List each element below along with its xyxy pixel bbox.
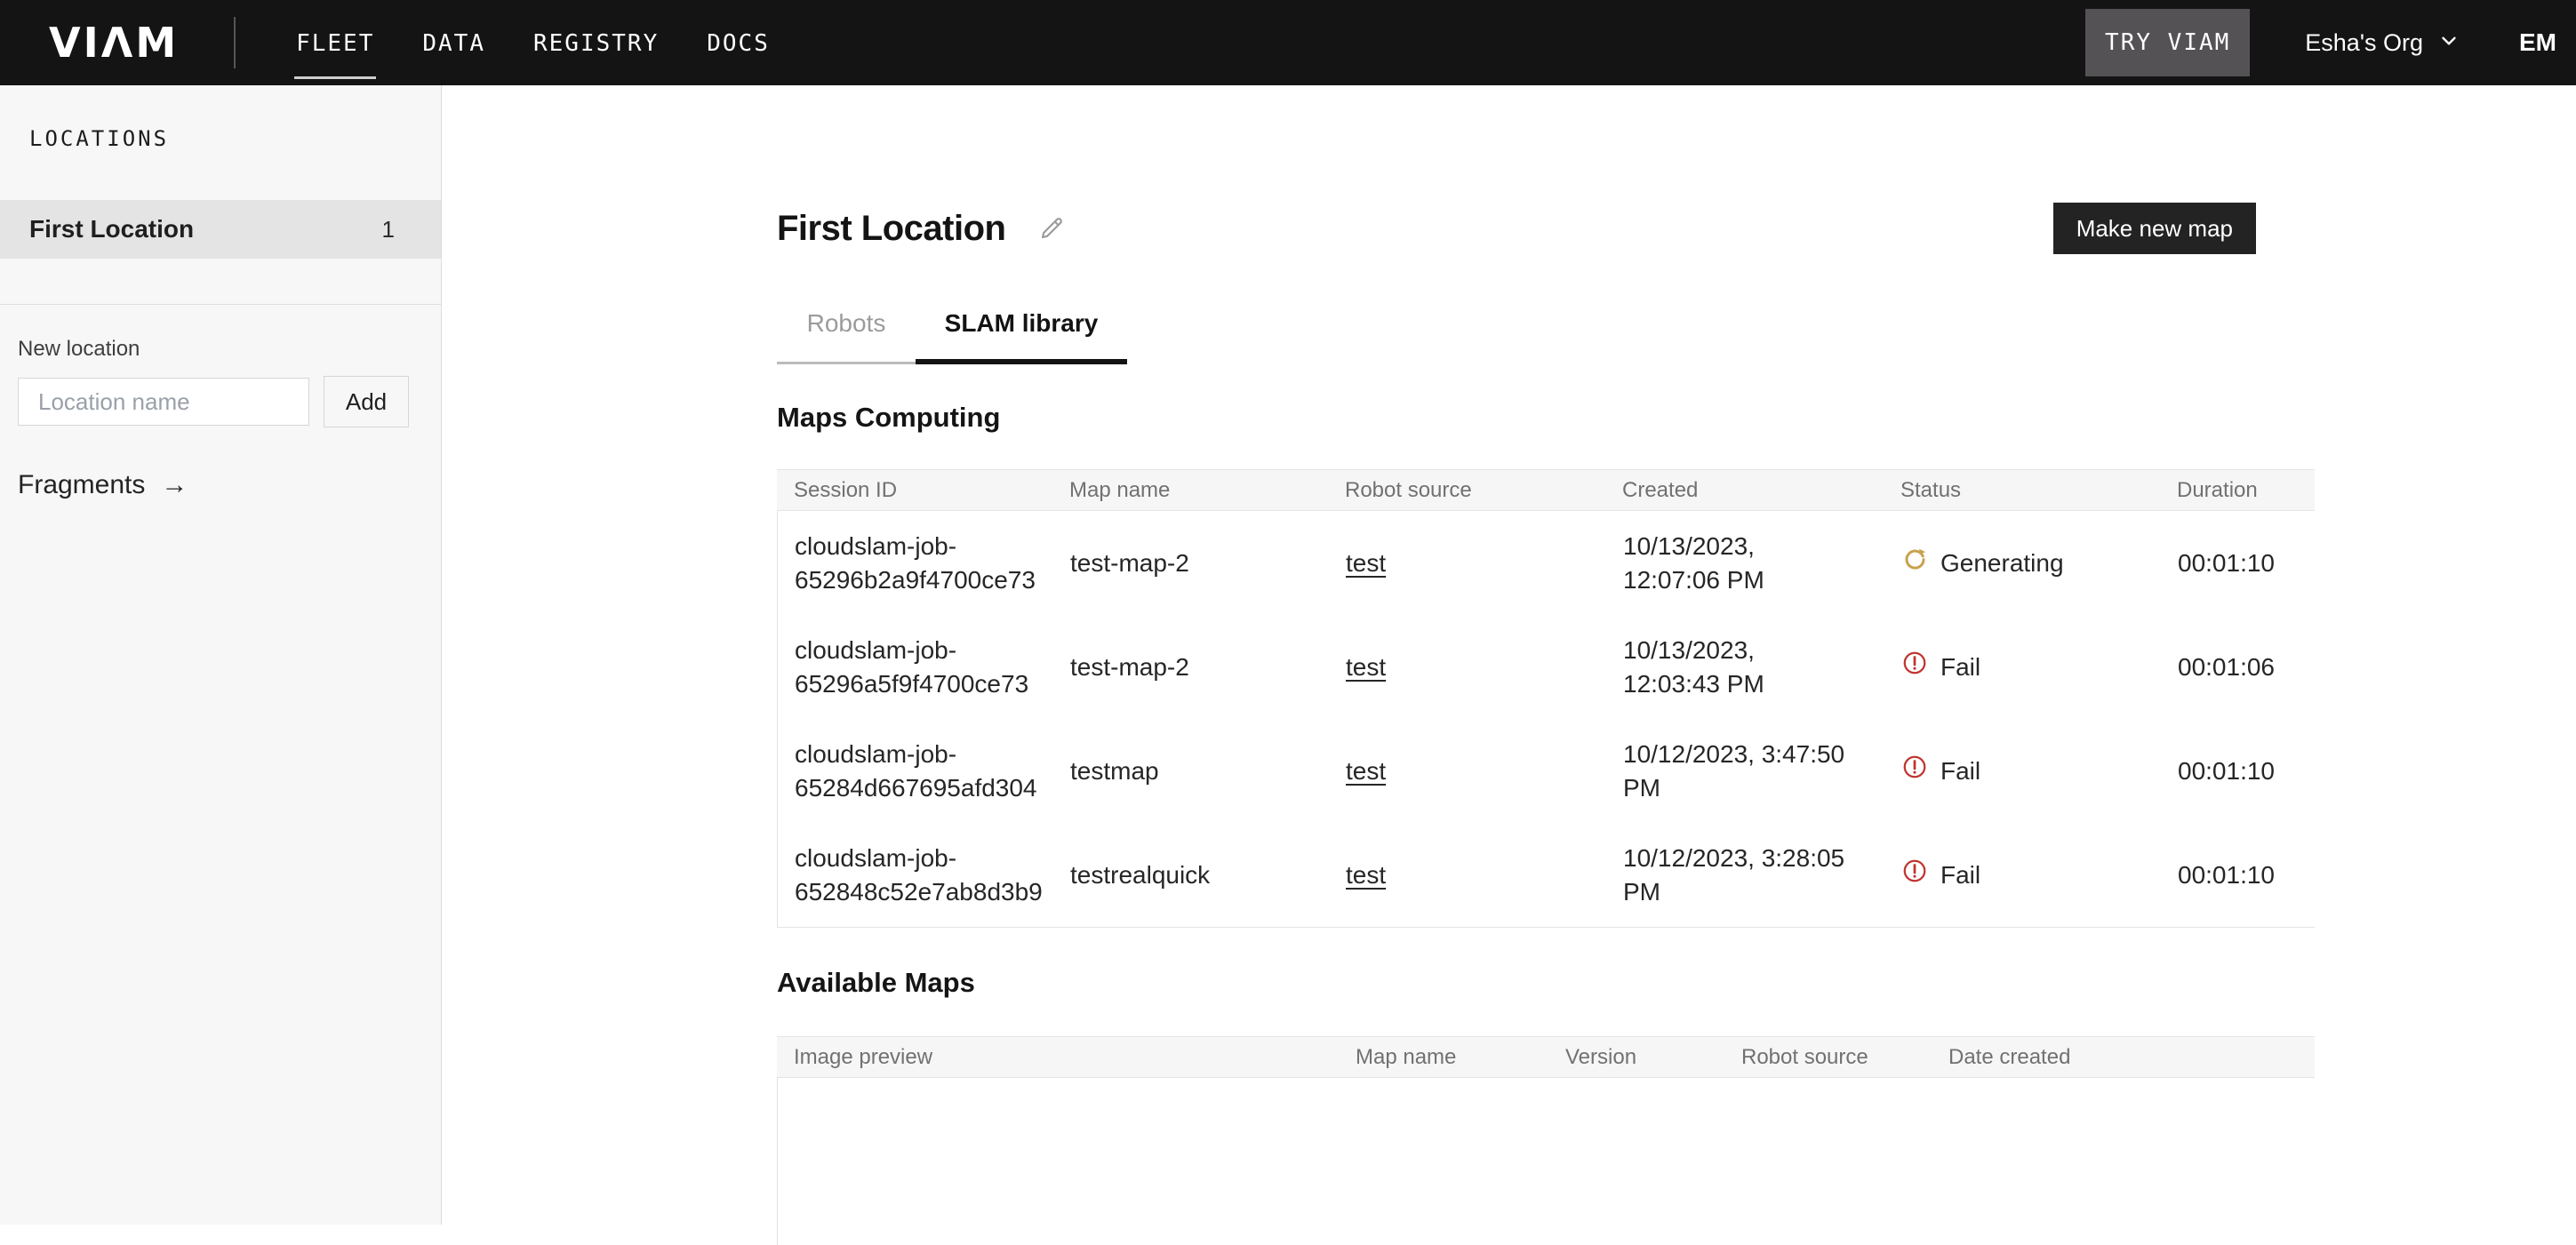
available-maps-heading: Available Maps — [777, 967, 2315, 999]
main-content: First Location Make new map Robots SLAM … — [442, 85, 2576, 1225]
cell-map-name: test-map-2 — [1053, 547, 1329, 580]
column-header-session-id: Session ID — [777, 478, 1052, 503]
cell-status: Fail — [1884, 754, 2161, 789]
cell-duration: 00:01:06 — [2161, 650, 2315, 684]
new-location-label: New location — [18, 337, 441, 362]
cell-duration: 00:01:10 — [2161, 858, 2315, 892]
sidebar-item-first-location[interactable]: First Location 1 — [0, 200, 441, 259]
tab-slam-library[interactable]: SLAM library — [916, 309, 1127, 364]
column-header-created: Created — [1605, 478, 1884, 503]
tab-robots[interactable]: Robots — [777, 309, 916, 364]
location-name: First Location — [29, 215, 194, 243]
column-header-image-preview: Image preview — [777, 1045, 1339, 1070]
column-header-robot-source: Robot source — [1724, 1045, 1932, 1070]
maps-computing-table: Session ID Map name Robot source Created… — [777, 469, 2315, 928]
column-header-status: Status — [1884, 478, 2160, 503]
page-title: First Location — [777, 209, 1005, 249]
cell-map-name: testrealquick — [1053, 858, 1329, 892]
available-maps-empty-body — [777, 1078, 2315, 1245]
nav-item-data[interactable]: DATA — [420, 0, 487, 85]
cell-status: Fail — [1884, 650, 2161, 685]
generating-icon — [1901, 546, 1928, 581]
make-new-map-button[interactable]: Make new map — [2053, 203, 2256, 254]
table-row: cloudslam-job-65296b2a9f4700ce73 test-ma… — [778, 511, 2315, 615]
column-header-robot-source: Robot source — [1328, 478, 1605, 503]
user-menu[interactable]: EM — [2519, 28, 2556, 57]
cell-status: Generating — [1884, 546, 2161, 581]
nav-item-docs[interactable]: DOCS — [705, 0, 772, 85]
cell-created: 10/13/2023, 12:07:06 PM — [1606, 530, 1884, 597]
column-header-map-name: Map name — [1339, 1045, 1548, 1070]
table-row: cloudslam-job-652848c52e7ab8d3b9 testrea… — [778, 823, 2315, 927]
column-header-date-created: Date created — [1932, 1045, 2315, 1070]
location-name-input[interactable] — [18, 378, 309, 426]
cell-map-name: testmap — [1053, 754, 1329, 788]
column-header-version: Version — [1548, 1045, 1724, 1070]
chevron-down-icon — [2437, 29, 2460, 57]
location-tabs: Robots SLAM library — [777, 309, 2315, 364]
cell-created: 10/12/2023, 3:47:50 PM — [1606, 738, 1884, 805]
fail-icon — [1901, 754, 1928, 789]
fragments-label: Fragments — [18, 470, 145, 500]
status-text: Generating — [1940, 547, 2064, 580]
robot-source-link[interactable]: test — [1346, 549, 1386, 577]
cell-duration: 00:01:10 — [2161, 547, 2315, 580]
available-maps-table: Image preview Map name Version Robot sou… — [777, 1036, 2315, 1245]
primary-nav: FLEET DATA REGISTRY DOCS — [294, 0, 772, 85]
edit-pencil-icon[interactable] — [1037, 214, 1066, 243]
new-location-section: New location Add — [0, 305, 441, 427]
locations-section-label: LOCATIONS — [0, 85, 441, 151]
locations-sidebar: LOCATIONS First Location 1 New location … — [0, 85, 442, 1225]
cell-map-name: test-map-2 — [1053, 650, 1329, 684]
try-viam-button[interactable]: TRY VIAM — [2085, 9, 2250, 76]
robot-source-link[interactable]: test — [1346, 653, 1386, 681]
top-navigation-bar: VIΛM FLEET DATA REGISTRY DOCS TRY VIAM E… — [0, 0, 2576, 85]
cell-session-id: cloudslam-job-65296a5f9f4700ce73 — [778, 634, 1053, 701]
fail-icon — [1901, 858, 1928, 893]
status-text: Fail — [1940, 858, 1980, 892]
status-text: Fail — [1940, 650, 1980, 684]
available-maps-header: Image preview Map name Version Robot sou… — [777, 1036, 2315, 1078]
cell-session-id: cloudslam-job-65296b2a9f4700ce73 — [778, 530, 1053, 597]
column-header-duration: Duration — [2160, 478, 2315, 503]
org-switcher[interactable]: Esha's Org — [2305, 29, 2460, 57]
maps-computing-heading: Maps Computing — [777, 402, 2315, 434]
column-header-map-name: Map name — [1052, 478, 1328, 503]
nav-item-registry[interactable]: REGISTRY — [532, 0, 660, 85]
fragments-link[interactable]: Fragments → — [18, 470, 441, 500]
cell-created: 10/12/2023, 3:28:05 PM — [1606, 842, 1884, 909]
maps-computing-header: Session ID Map name Robot source Created… — [777, 469, 2315, 511]
cell-created: 10/13/2023, 12:03:43 PM — [1606, 634, 1884, 701]
cell-duration: 00:01:10 — [2161, 754, 2315, 788]
table-row: cloudslam-job-65284d667695afd304 testmap… — [778, 719, 2315, 823]
table-row: cloudslam-job-65296a5f9f4700ce73 test-ma… — [778, 615, 2315, 719]
robot-source-link[interactable]: test — [1346, 861, 1386, 889]
org-name: Esha's Org — [2305, 29, 2423, 57]
fail-icon — [1901, 650, 1928, 685]
arrow-right-icon: → — [161, 470, 188, 500]
topbar-divider — [234, 17, 236, 68]
viam-logo[interactable]: VIΛM — [49, 19, 179, 67]
cell-session-id: cloudslam-job-65284d667695afd304 — [778, 738, 1053, 805]
location-robot-count: 1 — [382, 216, 395, 243]
cell-session-id: cloudslam-job-652848c52e7ab8d3b9 — [778, 842, 1053, 909]
add-location-button[interactable]: Add — [324, 376, 409, 427]
robot-source-link[interactable]: test — [1346, 757, 1386, 785]
cell-status: Fail — [1884, 858, 2161, 893]
status-text: Fail — [1940, 754, 1980, 788]
nav-item-fleet[interactable]: FLEET — [294, 0, 376, 85]
